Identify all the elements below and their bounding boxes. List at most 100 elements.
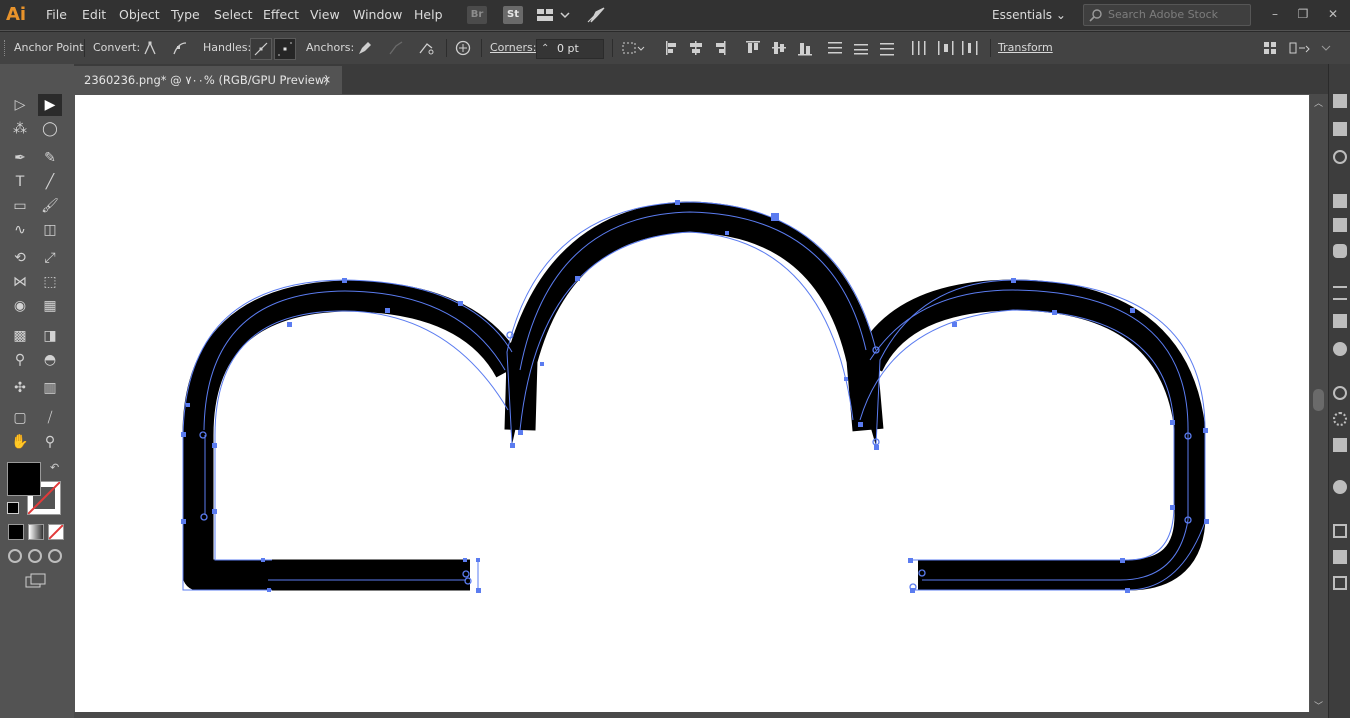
layers-panel-icon[interactable] [1333,550,1347,564]
show-handles-icon[interactable] [250,38,272,60]
artwork[interactable] [75,95,1309,712]
scale-icon[interactable]: ⤢ [38,247,62,269]
right-arch-shape[interactable] [853,279,1206,591]
curvature-icon[interactable]: ✎ [38,147,62,169]
fill-color-swatch[interactable] [7,462,41,496]
close-icon[interactable]: × [322,66,331,94]
direct-selection-icon[interactable]: ▶ [38,94,62,116]
type-icon[interactable]: T [8,171,32,193]
center-arch-shape[interactable] [504,201,884,432]
cut-path-icon[interactable] [418,40,434,56]
stock-button[interactable]: St [503,6,523,24]
isolate-object-icon[interactable] [455,40,471,56]
swap-colors-icon[interactable]: ↶ [50,461,59,474]
selection-icon[interactable]: ▷ [8,94,32,116]
perspective-icon[interactable]: ▦ [38,295,62,317]
hide-handles-icon[interactable] [274,38,296,60]
draw-normal-icon[interactable] [8,549,22,563]
menu-effect[interactable]: Effect [263,0,299,30]
pen-icon[interactable]: ✒ [8,147,32,169]
eraser-icon[interactable]: ◫ [38,219,62,241]
vertical-scroll-thumb[interactable] [1313,389,1324,411]
graphic-styles-panel-icon[interactable] [1333,412,1347,426]
line-icon[interactable]: ╱ [38,171,62,193]
menu-help[interactable]: Help [414,0,443,30]
document-tab[interactable]: 2360236.png* @ ٧٠٠% (RGB/GPU Preview) × [74,66,342,94]
slice-icon[interactable]: ⧸ [38,407,62,429]
left-arch-shape[interactable] [182,280,524,591]
symbol-sprayer-icon[interactable]: ✣ [8,377,32,399]
screen-mode-icon[interactable] [25,573,47,589]
menu-edit[interactable]: Edit [82,0,106,30]
menu-view[interactable]: View [310,0,340,30]
transparency-panel-icon[interactable] [1333,342,1347,356]
gradient-panel-icon[interactable] [1333,314,1347,328]
properties-panel-icon[interactable] [1333,94,1347,108]
paintbrush-icon[interactable]: 🖌 [38,195,62,217]
workspace-switcher[interactable]: Essentials ⌄ [992,0,1066,30]
stroke-panel-icon[interactable] [1333,286,1347,300]
rotate-icon[interactable]: ⟲ [8,247,32,269]
menu-select[interactable]: Select [214,0,253,30]
rectangle-icon[interactable]: ▭ [8,195,32,217]
color-mode-icon[interactable] [8,524,24,540]
transform-link[interactable]: Transform [998,32,1053,64]
menu-type[interactable]: Type [171,0,200,30]
search-adobe-stock-input[interactable]: Search Adobe Stock [1083,4,1251,26]
chevron-down-icon[interactable]: ﹀ [1314,699,1323,712]
horizontal-scrollbar[interactable] [74,712,1310,718]
menu-object[interactable]: Object [119,0,160,30]
free-transform-icon[interactable]: ⬚ [38,271,62,293]
arrange-icon[interactable] [1262,40,1278,56]
connect-anchors-icon[interactable] [388,40,404,56]
artboard[interactable] [75,95,1309,712]
default-colors-icon[interactable] [7,502,19,514]
zoom-icon[interactable]: ⚲ [38,431,62,453]
remove-anchor-icon[interactable] [356,40,372,56]
chevron-down-icon[interactable] [1318,40,1334,56]
menu-window[interactable]: Window [353,0,402,30]
control-bar-menu-icon[interactable] [1288,40,1314,56]
menu-file[interactable]: File [46,0,67,30]
control-bar-grip[interactable] [4,40,8,56]
mesh-icon[interactable]: ▩ [8,325,32,347]
none-mode-icon[interactable] [48,524,64,540]
swatches-panel-icon[interactable] [1333,194,1347,208]
shape-builder-icon[interactable]: ◉ [8,295,32,317]
close-window-button[interactable]: ✕ [1322,4,1344,24]
shaper-icon[interactable]: ∿ [8,219,32,241]
draw-behind-icon[interactable] [28,549,42,563]
bridge-button[interactable]: Br [467,6,487,24]
transform-panel-icon[interactable] [1333,524,1347,538]
libraries-panel-icon[interactable] [1333,122,1347,136]
pathfinder-panel-icon[interactable] [1333,480,1347,494]
gradient-icon[interactable]: ◨ [38,325,62,347]
lasso-icon[interactable]: ◯ [38,118,62,140]
chevron-up-icon[interactable]: ︿ [1314,96,1323,109]
symbols-panel-icon[interactable] [1333,244,1347,258]
corners-label[interactable]: Corners: [490,32,536,64]
column-graph-icon[interactable]: ▥ [38,377,62,399]
stepper-arrows-icon[interactable]: ⌃ [541,40,549,58]
align-to-selection-icon[interactable] [621,40,647,56]
restore-button[interactable]: ❐ [1292,4,1314,24]
minimize-button[interactable]: – [1264,4,1286,24]
width-icon[interactable]: ⋈ [8,271,32,293]
appearance-panel-icon[interactable] [1333,386,1347,400]
handle-circles[interactable] [199,331,1192,591]
gradient-mode-icon[interactable] [28,524,44,540]
align-panel-icon[interactable] [1333,438,1347,452]
corners-radius-field[interactable]: ⌃ 0 pt [536,39,604,59]
brushes-panel-icon[interactable] [1333,218,1347,232]
hand-icon[interactable]: ✋ [8,431,32,453]
gpu-performance-icon[interactable] [586,6,606,24]
vertical-scrollbar[interactable]: ︿ ﹀ [1310,94,1328,718]
artboards-panel-icon[interactable] [1333,576,1347,590]
blend-icon[interactable]: ◓ [38,349,62,371]
draw-inside-icon[interactable] [48,549,62,563]
arrange-documents-icon[interactable] [536,7,570,23]
anchor-points[interactable] [181,200,1209,593]
magic-wand-icon[interactable]: ⁂ [8,118,32,140]
convert-to-corner-icon[interactable] [142,40,158,56]
convert-to-smooth-icon[interactable] [172,40,188,56]
